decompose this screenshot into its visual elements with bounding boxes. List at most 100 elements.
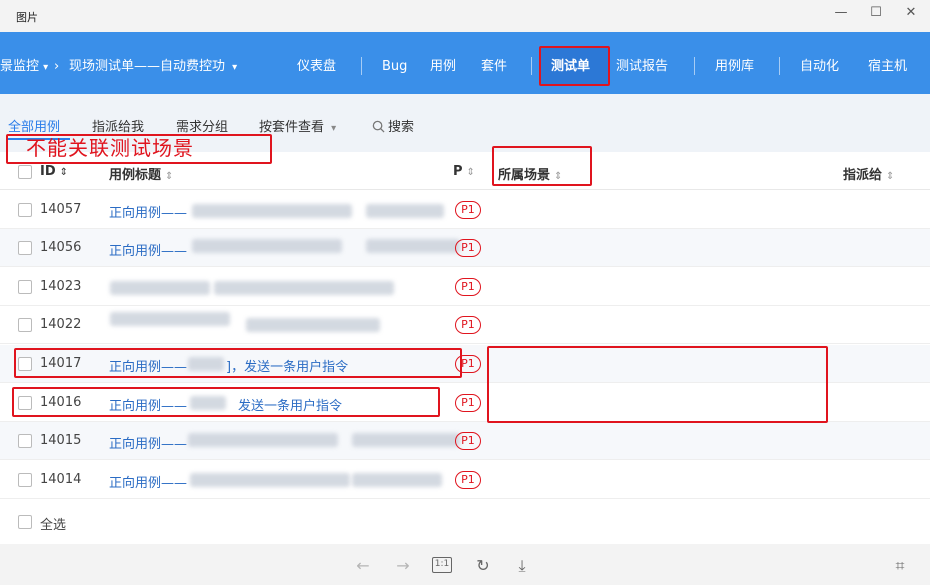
nav-bug[interactable]: Bug <box>382 32 407 94</box>
nav-automation[interactable]: 自动化 <box>800 32 839 94</box>
ocr-scan-icon[interactable]: ⌗ <box>889 556 911 576</box>
annotation-box-row-14017 <box>14 348 462 378</box>
select-all-checkbox[interactable] <box>18 515 32 529</box>
window-titlebar: 图片 — ☐ ✕ <box>0 0 930 32</box>
priority-badge: P1 <box>455 316 481 334</box>
testplan-selector[interactable]: 现场测试单——自动费控功 ▾ <box>69 32 237 94</box>
column-header-priority[interactable]: P ⇕ <box>453 164 475 179</box>
case-id: 14056 <box>40 240 82 255</box>
priority-badge: P1 <box>455 278 481 296</box>
priority-badge: P1 <box>455 394 481 412</box>
testplan-name: 现场测试单——自动费控功 <box>69 59 226 74</box>
redacted-text <box>246 318 380 332</box>
sort-icon: ⇕ <box>886 171 895 182</box>
row-checkbox[interactable] <box>18 280 32 294</box>
window-title: 图片 <box>16 11 38 24</box>
nav-divider <box>361 57 362 75</box>
table-row[interactable]: 14023 P1 <box>0 268 930 306</box>
redacted-text <box>352 473 442 487</box>
search-button[interactable]: 搜索 <box>372 116 414 135</box>
case-id: 14015 <box>40 433 82 448</box>
priority-badge: P1 <box>455 471 481 489</box>
annotation-note: 不能关联测试场景 <box>26 136 194 160</box>
annotation-box-row-14016 <box>12 387 440 417</box>
redacted-text <box>366 204 444 218</box>
row-checkbox[interactable] <box>18 318 32 332</box>
rotate-icon[interactable]: ↻ <box>472 556 494 575</box>
minimize-button[interactable]: — <box>826 4 856 22</box>
sort-icon: ⇕ <box>466 167 475 178</box>
nav-testcase[interactable]: 用例 <box>430 32 456 94</box>
chevron-down-icon: ▾ <box>232 62 238 73</box>
table-row[interactable]: 14014 正向用例—— P1 <box>0 461 930 499</box>
project-selector[interactable]: 景监控 ▾ <box>0 32 48 94</box>
annotation-box-empty-scene <box>487 346 828 423</box>
redacted-text <box>214 281 394 295</box>
redacted-text <box>352 433 460 447</box>
case-title-link[interactable]: 正向用例—— <box>109 472 187 491</box>
case-id: 14023 <box>40 279 82 294</box>
redacted-text <box>366 239 460 253</box>
column-header-priority-label: P <box>453 164 463 179</box>
table-row[interactable]: 14022 P1 <box>0 306 930 344</box>
tab-view-by-suite[interactable]: 按套件查看 ▾ <box>259 116 336 135</box>
next-image-icon[interactable]: → <box>392 556 414 575</box>
priority-badge: P1 <box>455 201 481 219</box>
view-by-suite-label: 按套件查看 <box>259 120 325 135</box>
viewer-toolbar: ← → 1:1 ↻ ⤓ ⌗ <box>0 544 930 585</box>
maximize-button[interactable]: ☐ <box>861 4 891 22</box>
column-header-title[interactable]: 用例标题 ⇕ <box>109 164 173 183</box>
row-checkbox[interactable] <box>18 203 32 217</box>
search-icon <box>372 120 385 133</box>
column-header-id[interactable]: ID ⇕ <box>40 164 68 179</box>
select-all-label: 全选 <box>40 518 67 533</box>
table-row[interactable]: 14056 正向用例—— P1 <box>0 229 930 267</box>
download-icon[interactable]: ⤓ <box>511 556 533 576</box>
redacted-text <box>192 204 352 218</box>
nav-testreport[interactable]: 测试报告 <box>616 32 668 94</box>
search-label: 搜索 <box>388 120 415 135</box>
close-button[interactable]: ✕ <box>896 4 926 22</box>
case-title-link[interactable]: 正向用例—— <box>109 240 187 259</box>
previous-image-icon[interactable]: ← <box>352 556 374 575</box>
row-checkbox[interactable] <box>18 434 32 448</box>
chevron-down-icon: ▾ <box>43 62 49 73</box>
redacted-text <box>190 473 350 487</box>
table-row[interactable]: 14015 正向用例—— P1 <box>0 422 930 460</box>
nav-caselib[interactable]: 用例库 <box>715 32 754 94</box>
sort-icon: ⇕ <box>165 171 174 182</box>
redacted-text <box>188 433 338 447</box>
row-checkbox[interactable] <box>18 241 32 255</box>
image-canvas: 景监控 ▾ › 现场测试单——自动费控功 ▾ 仪表盘 Bug 用例 套件 测试单… <box>0 32 930 544</box>
case-id: 14014 <box>40 472 82 487</box>
annotation-box-scene-column <box>492 146 592 186</box>
column-header-id-label: ID <box>40 164 56 179</box>
priority-badge: P1 <box>455 239 481 257</box>
case-id: 14022 <box>40 317 82 332</box>
redacted-text <box>110 312 230 326</box>
chevron-down-icon: ▾ <box>331 123 337 134</box>
sort-icon: ⇕ <box>59 167 69 178</box>
breadcrumb-separator-icon: › <box>54 59 60 74</box>
annotation-box-testtask <box>539 46 610 86</box>
nav-divider <box>779 57 780 75</box>
table-row[interactable]: 14057 正向用例—— P1 <box>0 191 930 229</box>
column-header-assigned-label: 指派给 <box>843 168 883 183</box>
nav-divider <box>531 57 532 75</box>
redacted-text <box>192 239 342 253</box>
row-checkbox[interactable] <box>18 473 32 487</box>
image-viewer-window: 图片 — ☐ ✕ 景监控 ▾ › 现场测试单——自动费控功 ▾ 仪表盘 Bug … <box>0 0 930 585</box>
top-navbar: 景监控 ▾ › 现场测试单——自动费控功 ▾ 仪表盘 Bug 用例 套件 测试单… <box>0 32 930 94</box>
column-header-assigned[interactable]: 指派给 ⇕ <box>843 164 894 183</box>
case-title-link[interactable]: 正向用例—— <box>109 433 187 452</box>
nav-host[interactable]: 宿主机 <box>868 32 907 94</box>
priority-badge: P1 <box>455 432 481 450</box>
nav-suite[interactable]: 套件 <box>481 32 507 94</box>
project-name: 景监控 <box>0 59 40 74</box>
case-id: 14057 <box>40 202 82 217</box>
actual-size-icon[interactable]: 1:1 <box>432 557 452 573</box>
case-title-link[interactable]: 正向用例—— <box>109 202 187 221</box>
select-all-header-checkbox[interactable] <box>18 165 32 179</box>
nav-dashboard[interactable]: 仪表盘 <box>297 32 336 94</box>
nav-divider <box>694 57 695 75</box>
